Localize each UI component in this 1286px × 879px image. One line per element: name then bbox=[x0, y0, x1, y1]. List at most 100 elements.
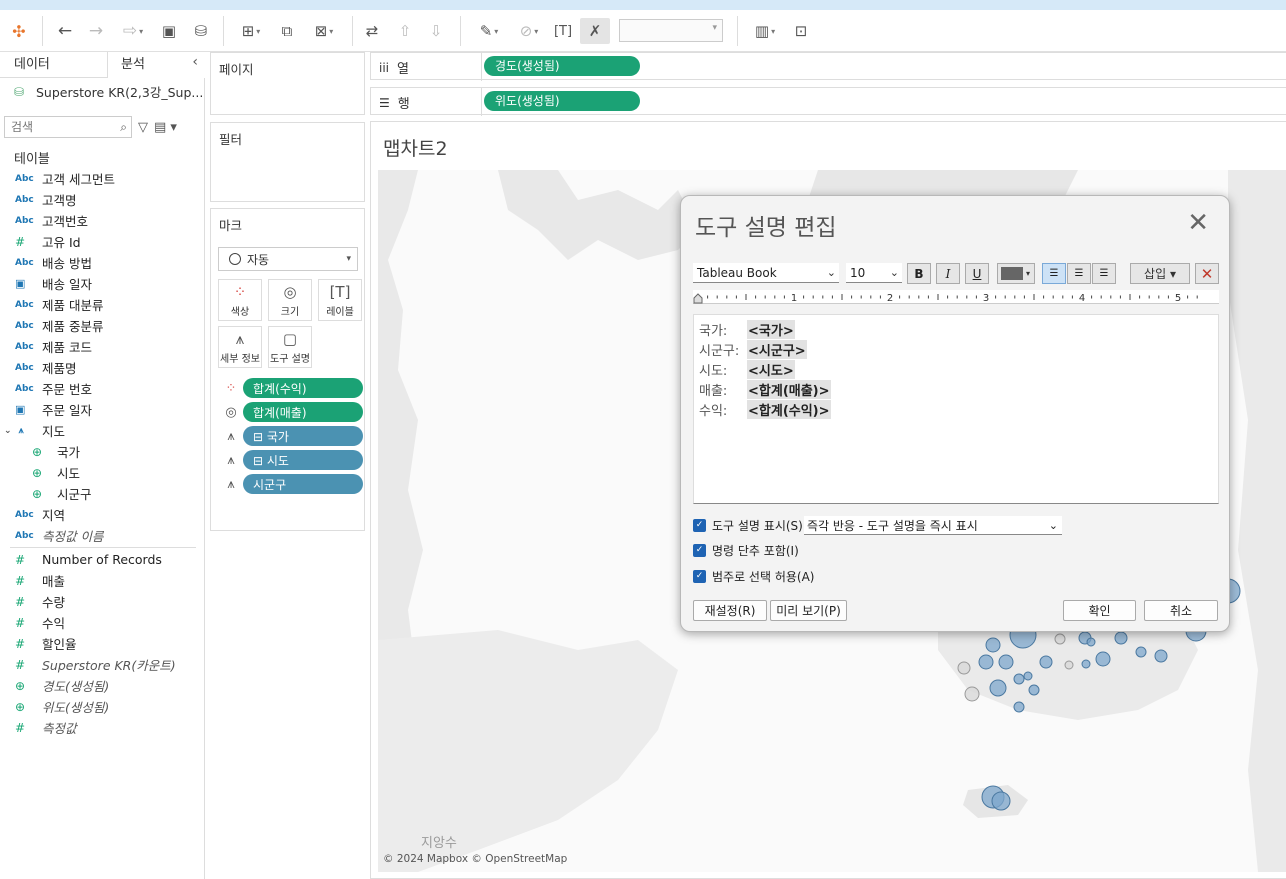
close-icon[interactable]: ✕ bbox=[1187, 209, 1209, 237]
clear-format-icon[interactable]: ✕ bbox=[1195, 263, 1219, 284]
new-datasource-icon[interactable]: ⛁ bbox=[190, 18, 212, 44]
mark-type-select[interactable]: 자동 ▾ bbox=[218, 247, 358, 271]
indent-marker-icon[interactable] bbox=[693, 293, 703, 304]
fit-select[interactable] bbox=[619, 19, 723, 42]
field-item[interactable]: # Superstore KR(카운트) bbox=[0, 654, 204, 675]
columns-pill[interactable]: 경도(생성됨) bbox=[484, 56, 640, 76]
field-item[interactable]: Abc 제품 코드 bbox=[0, 336, 204, 357]
field-item[interactable]: Abc 배송 방법 bbox=[0, 252, 204, 273]
field-item[interactable]: # 매출 bbox=[0, 570, 204, 591]
show-tooltip-option[interactable]: ✓ 도구 설명 표시(S) bbox=[693, 516, 803, 534]
detail-mark-button[interactable]: ⩚ 세부 정보 bbox=[218, 326, 262, 368]
size-mark-button[interactable]: ◎ 크기 bbox=[268, 279, 312, 321]
redo-icon[interactable]: → bbox=[85, 18, 107, 44]
field-item[interactable]: Abc 측정값 이름 bbox=[0, 525, 204, 546]
font-select[interactable]: Tableau Book ⌄ bbox=[693, 263, 839, 283]
filter-icon[interactable]: ▽ bbox=[138, 120, 148, 135]
underline-button[interactable]: U bbox=[965, 263, 989, 284]
color-mark-button[interactable]: ⁘ 색상 bbox=[218, 279, 262, 321]
view-options-icon[interactable]: ▤ ▾ bbox=[154, 120, 177, 135]
attach-icon[interactable]: ⊘ ▾ bbox=[512, 18, 546, 44]
sort-ascending-icon[interactable]: ⇧ bbox=[394, 18, 416, 44]
field-item[interactable]: Abc 고객 세그먼트 bbox=[0, 168, 204, 189]
replay-icon[interactable]: ⇨ ▾ bbox=[116, 18, 150, 44]
field-item[interactable]: ⊕ 시군구 bbox=[0, 483, 204, 504]
mark-pill[interactable]: 합계(수익) bbox=[243, 378, 363, 398]
mark-pill[interactable]: ⊟ 국가 bbox=[243, 426, 363, 446]
filters-card[interactable]: 필터 bbox=[210, 122, 365, 202]
tooltip-field-token[interactable]: <합계(수익)> bbox=[747, 399, 831, 419]
field-item[interactable]: Abc 제품명 bbox=[0, 357, 204, 378]
field-item[interactable]: Abc 고객명 bbox=[0, 189, 204, 210]
tooltip-field-token[interactable]: <시군구> bbox=[747, 339, 807, 359]
field-item[interactable]: # 수익 bbox=[0, 612, 204, 633]
bold-button[interactable]: B bbox=[907, 263, 931, 284]
field-item[interactable]: Abc 고객번호 bbox=[0, 210, 204, 231]
pages-card[interactable]: 페이지 bbox=[210, 52, 365, 115]
duplicate-icon[interactable]: ⧉ bbox=[276, 18, 298, 44]
mark-pill[interactable]: 시군구 bbox=[243, 474, 363, 494]
tooltip-field-token[interactable]: <시도> bbox=[747, 359, 795, 379]
rows-pill[interactable]: 위도(생성됨) bbox=[484, 91, 640, 111]
field-item[interactable]: ⊕ 시도 bbox=[0, 462, 204, 483]
tooltip-mode-select[interactable]: 즉각 반응 - 도구 설명을 즉시 표시 ⌄ bbox=[804, 516, 1062, 535]
font-size-select[interactable]: 10 ⌄ bbox=[846, 263, 902, 283]
highlight-icon[interactable]: ✎ ▾ bbox=[472, 18, 506, 44]
swap-icon[interactable]: ⇄ bbox=[361, 18, 383, 44]
new-worksheet-icon[interactable]: ⊞ ▾ bbox=[233, 18, 269, 44]
tab-analysis[interactable]: 분석 bbox=[107, 52, 205, 78]
label-text-icon[interactable]: [T] bbox=[552, 18, 574, 44]
field-item[interactable]: # 수량 bbox=[0, 591, 204, 612]
align-right-icon[interactable]: ☰ bbox=[1092, 263, 1116, 284]
datasource-item[interactable]: ⛁ Superstore KR(2,3강_Sup... bbox=[14, 82, 203, 101]
field-item[interactable]: # Number of Records bbox=[0, 549, 204, 570]
field-item[interactable]: Abc 제품 중분류 bbox=[0, 315, 204, 336]
field-item[interactable]: Abc 주문 번호 bbox=[0, 378, 204, 399]
checkbox-checked-icon[interactable]: ✓ bbox=[693, 569, 706, 583]
field-item[interactable]: # 고유 Id bbox=[0, 231, 204, 252]
columns-shelf[interactable]: iii 열 경도(생성됨) bbox=[370, 52, 1286, 81]
clear-sheet-icon[interactable]: ⊠ ▾ bbox=[306, 18, 342, 44]
field-item[interactable]: ⊕ 경도(생성됨) bbox=[0, 675, 204, 696]
mark-pill[interactable]: ⊟ 시도 bbox=[243, 450, 363, 470]
field-search[interactable]: ⌕ bbox=[4, 116, 132, 138]
save-icon[interactable]: ▣ bbox=[158, 18, 180, 44]
undo-icon[interactable]: ← bbox=[54, 18, 76, 44]
tab-data[interactable]: 데이터 bbox=[14, 52, 50, 78]
insert-button[interactable]: 삽입 ▾ bbox=[1130, 263, 1190, 284]
label-mark-button[interactable]: [T] 레이블 bbox=[318, 279, 362, 321]
include-commands-option[interactable]: ✓ 명령 단추 포함(I) bbox=[693, 541, 799, 559]
ruler[interactable]: 1 2 3 4 5 bbox=[693, 290, 1219, 304]
reset-button[interactable]: 재설정(R) bbox=[693, 600, 767, 621]
tooltip-field-token[interactable]: <국가> bbox=[747, 319, 795, 339]
tableau-logo-icon[interactable]: ✣ bbox=[8, 18, 30, 44]
field-item[interactable]: ▣ 주문 일자 bbox=[0, 399, 204, 420]
field-item[interactable]: ⌄ ⩚ 지도 bbox=[0, 420, 204, 441]
search-input[interactable] bbox=[11, 120, 111, 134]
sort-descending-icon[interactable]: ⇩ bbox=[425, 18, 447, 44]
align-center-icon[interactable]: ☰ bbox=[1067, 263, 1091, 284]
align-left-icon[interactable]: ☰ bbox=[1042, 263, 1066, 284]
rows-shelf[interactable]: ☰ 행 위도(생성됨) bbox=[370, 87, 1286, 116]
show-me-icon[interactable]: ▥ ▾ bbox=[748, 18, 782, 44]
pin-tooltip-icon[interactable]: ✗ bbox=[580, 18, 610, 44]
allow-range-option[interactable]: ✓ 범주로 선택 허용(A) bbox=[693, 567, 814, 585]
italic-button[interactable]: I bbox=[936, 263, 960, 284]
tooltip-field-token[interactable]: <합계(매출)> bbox=[747, 379, 831, 399]
sheet-title[interactable]: 맵차트2 bbox=[383, 134, 448, 161]
field-item[interactable]: Abc 제품 대분류 bbox=[0, 294, 204, 315]
ok-button[interactable]: 확인 bbox=[1063, 600, 1136, 621]
field-item[interactable]: # 할인율 bbox=[0, 633, 204, 654]
preview-button[interactable]: 미리 보기(P) bbox=[770, 600, 847, 621]
field-item[interactable]: # 측정값 bbox=[0, 717, 204, 738]
mark-pill[interactable]: 합계(매출) bbox=[243, 402, 363, 422]
checkbox-checked-icon[interactable]: ✓ bbox=[693, 518, 706, 532]
field-item[interactable]: ▣ 배송 일자 bbox=[0, 273, 204, 294]
presentation-icon[interactable]: ⊡ bbox=[790, 18, 812, 44]
field-item[interactable]: Abc 지역 bbox=[0, 504, 204, 525]
chevron-down-icon[interactable]: ⌄ bbox=[4, 426, 12, 436]
tooltip-editor[interactable]: 국가: <국가> 시군구: <시군구> 시도: <시도> 매출: <합계(매출)> 수익: <합계… bbox=[693, 314, 1219, 504]
field-item[interactable]: ⊕ 국가 bbox=[0, 441, 204, 462]
tooltip-mark-button[interactable]: ▢ 도구 설명 bbox=[268, 326, 312, 368]
cancel-button[interactable]: 취소 bbox=[1144, 600, 1218, 621]
